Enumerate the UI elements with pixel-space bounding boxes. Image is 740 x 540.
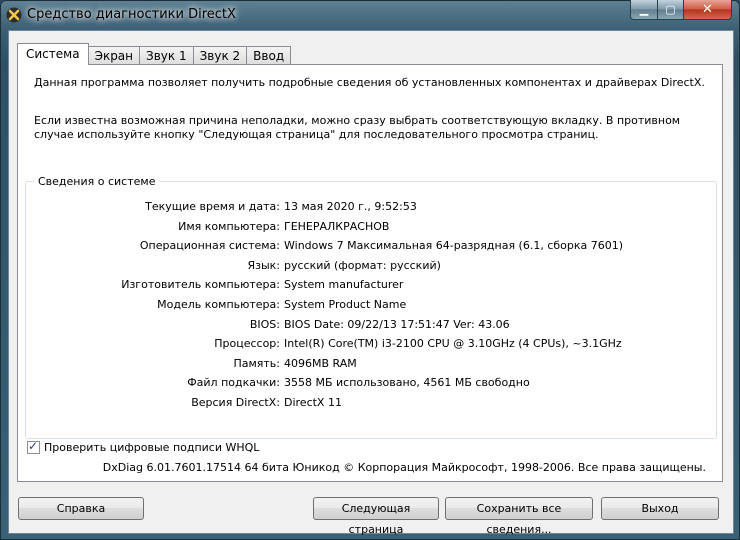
- info-label: Файл подкачки:: [187, 376, 280, 390]
- info-row-language: Язык: русский (формат: русский): [26, 259, 716, 275]
- info-row-directx-version: Версия DirectX: DirectX 11: [26, 396, 716, 412]
- version-copyright: DxDiag 6.01.7601.17514 64 бита Юникод © …: [102, 461, 706, 474]
- info-label: Текущие время и дата:: [145, 200, 280, 213]
- info-label: Имя компьютера:: [178, 219, 280, 233]
- dxdiag-window: Средство диагностики DirectX ▁ ▢ ✕ Систе…: [0, 0, 740, 540]
- close-icon: ✕: [702, 2, 713, 17]
- whql-label[interactable]: Проверить цифровые подписи WHQL: [44, 441, 259, 454]
- info-row-manufacturer: Изготовитель компьютера: System manufact…: [26, 278, 716, 294]
- system-info-title: Сведения о системе: [34, 175, 160, 188]
- info-row-datetime: Текущие время и дата: 13 мая 2020 г., 9:…: [26, 200, 716, 216]
- info-label: Изготовитель компьютера:: [121, 278, 280, 292]
- info-row-model: Модель компьютера: System Product Name: [26, 298, 716, 314]
- tab-sound-1[interactable]: Звук 1: [139, 46, 194, 65]
- tab-display[interactable]: Экран: [87, 46, 141, 65]
- system-tab-panel: Данная программа позволяет получить подр…: [17, 64, 723, 482]
- info-row-pagefile: Файл подкачки: 3558 МБ использовано, 456…: [26, 376, 716, 392]
- intro-text-2: Если известна возможная причина неполадк…: [34, 114, 681, 141]
- info-value: 4096MB RAM: [284, 356, 357, 370]
- info-value: DirectX 11: [284, 396, 342, 409]
- info-row-os: Операционная система: Windows 7 Максимал…: [26, 239, 716, 255]
- maximize-icon: ▢: [665, 3, 676, 16]
- system-info-group: Сведения о системе Текущие время и дата:…: [25, 175, 717, 439]
- whql-checkbox[interactable]: Проверить цифровые подписи WHQL: [27, 439, 259, 454]
- info-row-processor: Процессор: Intel(R) Core(TM) i3-2100 CPU…: [26, 337, 716, 353]
- minimize-icon: ▁: [639, 3, 649, 16]
- exit-button[interactable]: Выход: [601, 497, 719, 520]
- title-bar[interactable]: Средство диагностики DirectX ▁ ▢ ✕: [0, 0, 740, 30]
- info-label: Модель компьютера:: [157, 298, 280, 311]
- window-controls: ▁ ▢ ✕: [630, 0, 732, 20]
- info-value: 13 мая 2020 г., 9:52:53: [284, 200, 417, 213]
- window-title: Средство диагностики DirectX: [27, 7, 236, 22]
- info-label: BIOS:: [249, 317, 280, 331]
- info-value: Windows 7 Максимальная 64-разрядная (6.1…: [284, 239, 624, 253]
- intro-text-1: Данная программа позволяет получить подр…: [34, 76, 705, 89]
- info-value: System Product Name: [284, 298, 407, 311]
- info-label: Версия DirectX:: [191, 396, 280, 409]
- info-value: 3558 МБ использовано, 4561 МБ свободно: [284, 376, 530, 390]
- tab-input[interactable]: Ввод: [246, 46, 292, 65]
- info-value: Intel(R) Core(TM) i3-2100 CPU @ 3.10GHz …: [284, 337, 622, 351]
- info-label: Операционная система:: [139, 239, 280, 253]
- dialog-client-area: Система Экран Звук 1 Звук 2 Ввод Данная …: [8, 30, 734, 536]
- close-button[interactable]: ✕: [684, 0, 732, 20]
- tab-sound-2[interactable]: Звук 2: [192, 46, 248, 65]
- info-value: русский (формат: русский): [284, 258, 441, 272]
- save-all-info-button[interactable]: Сохранить все сведения...: [445, 497, 593, 536]
- info-label: Язык:: [247, 258, 280, 272]
- info-value: ГЕНЕРАЛКРАСНОВ: [284, 219, 390, 233]
- info-row-bios: BIOS: BIOS Date: 09/22/13 17:51:47 Ver: …: [26, 318, 716, 334]
- checkbox-checked-icon[interactable]: [27, 439, 40, 454]
- info-label: Память:: [233, 356, 280, 370]
- tab-system[interactable]: Система: [17, 43, 89, 65]
- minimize-button[interactable]: ▁: [630, 0, 658, 20]
- info-label: Процессор:: [214, 337, 280, 351]
- help-button[interactable]: Справка: [18, 497, 144, 520]
- directx-icon: [6, 7, 22, 23]
- info-row-memory: Память: 4096MB RAM: [26, 357, 716, 373]
- next-page-button[interactable]: Следующая страница: [313, 497, 439, 536]
- info-value: System manufacturer: [284, 278, 404, 292]
- tab-strip: Система Экран Звук 1 Звук 2 Ввод: [17, 43, 292, 65]
- info-row-computer-name: Имя компьютера: ГЕНЕРАЛКРАСНОВ: [26, 220, 716, 236]
- info-value: BIOS Date: 09/22/13 17:51:47 Ver: 43.06: [284, 317, 510, 331]
- maximize-button[interactable]: ▢: [658, 0, 684, 20]
